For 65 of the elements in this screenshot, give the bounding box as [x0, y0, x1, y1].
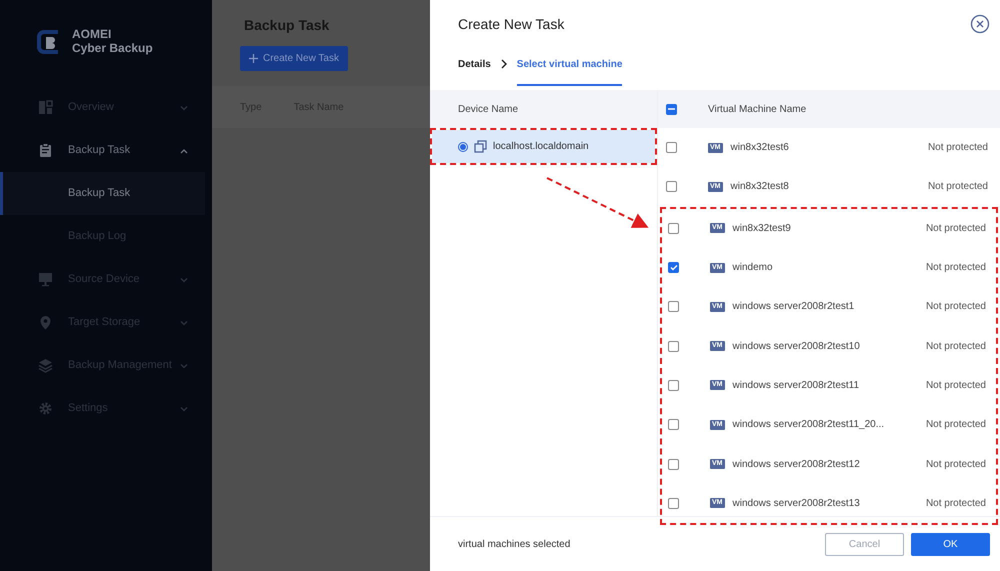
- vm-name: windemo: [732, 261, 774, 276]
- chevron-icon: [180, 318, 188, 326]
- device-name: localhost.localdomain: [493, 140, 589, 154]
- app-logo-text: AOMEI Cyber Backup: [72, 28, 153, 56]
- protection-status: Not protected: [926, 222, 986, 236]
- minus-icon: [668, 108, 675, 110]
- protection-status: Not protected: [928, 180, 988, 194]
- checkbox[interactable]: [668, 380, 679, 391]
- clipboard-icon: [38, 143, 53, 158]
- column-header: Virtual Machine Name: [708, 102, 806, 116]
- ok-button[interactable]: OK: [911, 532, 990, 556]
- vm-name: win8x32test8: [730, 180, 790, 194]
- checkbox[interactable]: [668, 498, 679, 509]
- checkbox[interactable]: [666, 142, 677, 154]
- close-button[interactable]: [970, 14, 990, 34]
- protection-status: Not protected: [926, 458, 986, 472]
- vm-name: windows server2008r2test11_20...: [732, 418, 886, 432]
- chevron-icon: [180, 104, 188, 112]
- checkbox[interactable]: [668, 262, 679, 274]
- server-icon: [474, 140, 487, 153]
- protection-status: Not protected: [926, 340, 986, 354]
- vm-name: windows server2008r2test13: [732, 496, 861, 511]
- dialog-title: Create New Task: [458, 14, 564, 34]
- chevron-icon: [180, 404, 188, 412]
- monitor-icon: [38, 272, 53, 287]
- vm-name: windows server2008r2test12: [732, 458, 861, 472]
- location-pin-icon: [38, 315, 53, 330]
- chevron-right-icon: [500, 59, 507, 69]
- step-tab[interactable]: Details: [458, 42, 491, 86]
- chevron-icon: [180, 362, 188, 370]
- cancel-button[interactable]: Cancel: [825, 532, 904, 556]
- dashboard-icon: [38, 100, 53, 115]
- protection-status: Not protected: [926, 378, 986, 393]
- step-tab[interactable]: Select virtual machine: [516, 42, 622, 86]
- vm-name: windows server2008r2test1: [732, 300, 856, 314]
- checkbox[interactable]: [668, 222, 679, 234]
- protection-status: Not protected: [926, 418, 986, 432]
- selection-summary: virtual machines selected: [458, 538, 572, 552]
- column-header: Device Name: [458, 102, 518, 116]
- plus-icon: [249, 54, 258, 63]
- sidebar-subitem[interactable]: Backup Task: [0, 172, 205, 215]
- vm-name: win8x32test6: [730, 141, 790, 156]
- vm-name: win8x32test9: [732, 222, 792, 236]
- page-title: Backup Task: [243, 16, 330, 35]
- settings-icon: [38, 401, 53, 416]
- chevron-icon: [180, 276, 188, 284]
- check-icon: [670, 264, 678, 272]
- chevron-icon: [180, 146, 188, 154]
- sidebar-item[interactable]: Backup Task: [0, 129, 212, 172]
- select-all-checkbox[interactable]: [666, 104, 677, 114]
- radio-button[interactable]: [458, 142, 468, 152]
- layers-icon: [38, 358, 53, 373]
- checkbox[interactable]: [668, 340, 679, 352]
- checkbox[interactable]: [668, 301, 679, 312]
- checkbox[interactable]: [666, 181, 677, 192]
- checkbox[interactable]: [668, 458, 679, 470]
- protection-status: Not protected: [926, 496, 986, 511]
- protection-status: Not protected: [928, 141, 988, 156]
- vm-name: windows server2008r2test10: [732, 340, 861, 354]
- vm-name: windows server2008r2test11: [732, 378, 860, 393]
- protection-status: Not protected: [926, 300, 986, 314]
- device-row[interactable]: localhost.localdomain: [432, 130, 655, 163]
- checkbox[interactable]: [668, 419, 679, 430]
- create-task-button[interactable]: Create New Task: [240, 46, 348, 71]
- protection-status: Not protected: [926, 261, 986, 276]
